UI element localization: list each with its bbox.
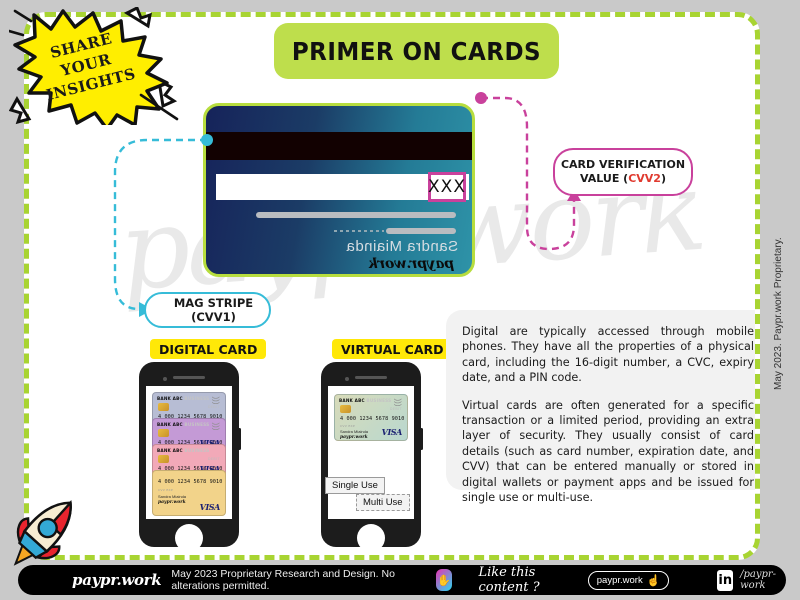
chip-icon: [158, 403, 169, 411]
contactless-icon: ))): [211, 396, 221, 405]
cvv-code-box: XXX: [428, 172, 466, 202]
callout-cvv2-line2: VALUE (CVV2): [561, 172, 685, 186]
signature-panel: XXX: [216, 172, 469, 202]
footer-bar: paypr.work May 2023 Proprietary Research…: [18, 565, 786, 595]
page-title: PRIMER ON CARDS: [274, 23, 559, 79]
footer-like-text: Like this content ?: [478, 565, 540, 595]
mini-card-bank: BANK ABC BUSINESS: [157, 422, 209, 427]
rocket-icon: [2, 485, 88, 577]
credit-card-back: XXX Sandra Miainda paypr.work: [203, 103, 475, 277]
side-copyright-text: May 2023. Paypr.work Proprietary.: [773, 237, 784, 390]
phone-digital-card: BANK ABC BUSINESS ))) DEBIT 4 000 1234 5…: [139, 362, 241, 552]
visa-logo: VISA: [381, 427, 403, 437]
badge-virtual-label: VIRTUAL CARD: [341, 341, 444, 357]
callout-card-verification-value: CARD VERIFICATION VALUE (CVV2): [553, 148, 693, 196]
info-paragraph-1: Digital are typically accessed through m…: [462, 325, 754, 385]
chip-icon: [158, 429, 169, 437]
contactless-icon: ))): [211, 422, 221, 431]
badge-virtual-card: VIRTUAL CARD: [332, 339, 453, 359]
mini-card-business: BUSINESS: [366, 398, 392, 403]
linkedin-handle: /paypr-work: [740, 569, 777, 591]
badge-digital-card: DIGITAL CARD: [150, 339, 267, 359]
mini-card-bank: BANK ABC BUSINESS: [157, 396, 209, 401]
mini-card-bank-name: BANK ABC: [339, 398, 365, 403]
info-panel: Digital are typically accessed through m…: [446, 310, 755, 504]
mini-card-small-labels: CVV EXP: [158, 488, 174, 492]
hand-wave-icon: ✋: [435, 569, 453, 591]
mini-card-bank: BANK ABC BUSINESS: [157, 448, 209, 453]
phone-home-button[interactable]: [357, 524, 385, 552]
callout-cvv2-highlight: CVV2: [628, 172, 661, 185]
linkedin-icon[interactable]: in: [717, 569, 734, 591]
card-brand-script-mirrored: paypr.work: [367, 256, 454, 272]
label-single-use: Single Use: [325, 477, 385, 494]
mini-card-bank-name: BANK ABC: [157, 396, 183, 401]
magnetic-stripe: [206, 132, 472, 160]
mini-card-brand: paypr.work: [340, 434, 368, 440]
infographic-canvas: paypr.work PRIMER ON CARDS XXX Sandra Mi…: [7, 5, 760, 560]
share-your-insights-starburst: SHARE YOUR INSIGHTS: [7, 5, 184, 131]
rocket-svg: [13, 499, 72, 566]
phone-side-button: [420, 428, 423, 450]
badge-digital-label: DIGITAL CARD: [159, 341, 258, 357]
virtual-card[interactable]: BANK ABC BUSINESS ))) DEBIT 4 000 1234 5…: [334, 394, 408, 441]
card-detail-dots: [334, 230, 384, 232]
mini-card-debit-label: DEBIT: [207, 405, 220, 409]
cardholder-name-mirrored: Sandra Miainda: [345, 238, 458, 255]
label-multi-use: Multi Use: [356, 494, 410, 511]
callout-cvv2-prefix: VALUE (: [579, 172, 629, 185]
phone-screen: BANK ABC BUSINESS ))) DEBIT 4 000 1234 5…: [146, 386, 232, 519]
mini-card-small-labels: CVV EXP: [340, 424, 356, 428]
visa-logo: VISA: [199, 502, 221, 512]
info-paragraph-2: Virtual cards are often generated for a …: [462, 398, 754, 505]
mini-card-holder-name: Sandra Miainda: [158, 494, 187, 499]
cursor-pointer-icon: ☝: [646, 574, 661, 587]
phone-camera-icon: [163, 377, 167, 381]
phone-side-button: [238, 428, 241, 450]
callout-mag-label: MAG STRIPE (CVV1): [173, 296, 254, 324]
chip-icon: [340, 405, 351, 413]
callout-cvv2-line1: CARD VERIFICATION: [560, 158, 686, 171]
footer-copyright: May 2023 Proprietary Research and Design…: [171, 568, 395, 592]
callout-cvv2-suffix: ): [660, 172, 666, 185]
phone-virtual-card: BANK ABC BUSINESS ))) DEBIT 4 000 1234 5…: [321, 362, 423, 552]
mini-card-debit-label: DEBIT: [389, 407, 402, 411]
mini-card-bank: BANK ABC BUSINESS: [339, 398, 391, 403]
contactless-icon: ))): [393, 398, 403, 407]
mini-card-business: BUSINESS: [184, 396, 210, 401]
wallet-card-4[interactable]: 4 000 1234 5678 9010 CVV EXP Sandra Miai…: [152, 470, 226, 516]
cta-label: paypr.work: [596, 574, 643, 586]
mini-card-business: BUSINESS: [184, 448, 210, 453]
mini-card-business: BUSINESS: [184, 422, 210, 427]
page-title-text: PRIMER ON CARDS: [291, 36, 542, 66]
phone-home-button[interactable]: [175, 524, 203, 552]
mini-card-number: 4 000 1234 5678 9010: [158, 479, 223, 485]
cta-paypr-work-button[interactable]: paypr.work ☝: [587, 570, 670, 590]
chip-icon: [158, 455, 169, 463]
mini-card-debit-label: DEBIT: [207, 457, 220, 461]
card-detail-line: [256, 212, 456, 218]
card-detail-line: [386, 228, 456, 234]
mini-card-bank-name: BANK ABC: [157, 422, 183, 427]
mini-card-bank-name: BANK ABC: [157, 448, 183, 453]
callout-mag-stripe: MAG STRIPE (CVV1): [144, 292, 271, 328]
mini-card-number: 4 000 1234 5678 9010: [340, 416, 405, 422]
phone-camera-icon: [345, 377, 349, 381]
mini-card-brand: paypr.work: [158, 500, 186, 505]
mini-card-holder-name: Sandra Miainda: [340, 429, 369, 434]
phone-speaker: [355, 376, 387, 379]
phone-speaker: [173, 376, 205, 379]
